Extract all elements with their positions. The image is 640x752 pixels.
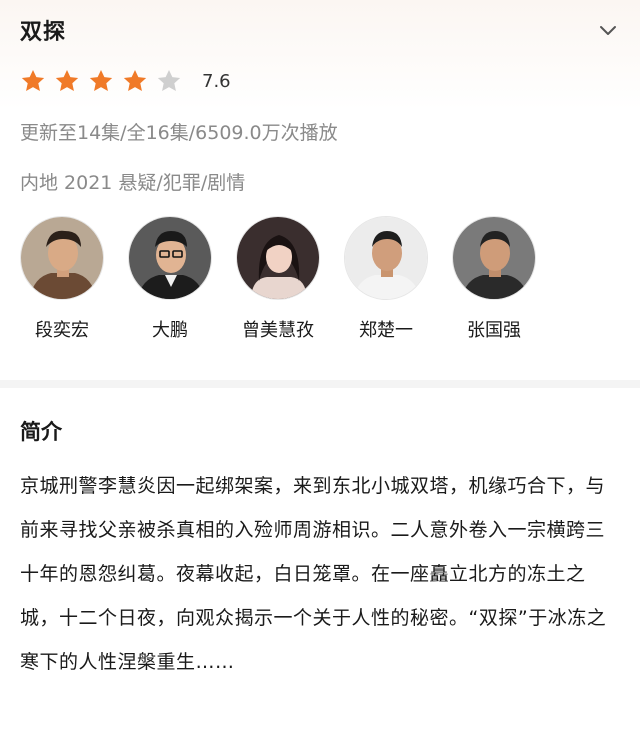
actor-name: 段奕宏 [35,320,89,341]
actor-name: 张国强 [467,320,521,341]
intro-heading: 简介 [20,420,62,444]
rating-score: 7.6 [202,70,231,92]
rating-row: 7.6 [20,64,231,98]
cast-item[interactable]: 段奕宏 [20,216,104,342]
cast-item[interactable]: 张国强 [452,216,536,342]
star-icon [157,69,181,91]
episode-info: 更新至14集/全16集/6509.0万次播放 [20,122,338,144]
intro-text: 京城刑警李慧炎因一起绑架案，来到东北小城双塔，机缘巧合下，与前来寻找父亲被杀真相… [20,475,607,673]
star-icon [123,69,147,91]
cast-item[interactable]: 大鹏 [128,216,212,342]
avatar [344,216,428,300]
actor-name: 大鹏 [152,320,188,341]
actor-name: 郑楚一 [359,320,413,341]
star-icon [89,69,113,91]
show-tags: 内地 2021 悬疑/犯罪/剧情 [20,172,246,194]
show-title: 双探 [20,20,67,45]
section-divider [0,380,640,388]
actor-name: 曾美慧孜 [242,320,314,341]
avatar [20,216,104,300]
chevron-down-icon[interactable] [596,18,620,42]
star-icon [55,69,79,91]
avatar [128,216,212,300]
cast-list: 段奕宏 大鹏 曾美慧孜 郑楚一 张国强 [20,216,560,342]
cast-item[interactable]: 郑楚一 [344,216,428,342]
avatar [452,216,536,300]
star-icon [21,69,45,91]
title-row: 双探 [20,10,620,50]
cast-item[interactable]: 曾美慧孜 [236,216,320,342]
star-rating [20,68,190,94]
avatar [236,216,320,300]
